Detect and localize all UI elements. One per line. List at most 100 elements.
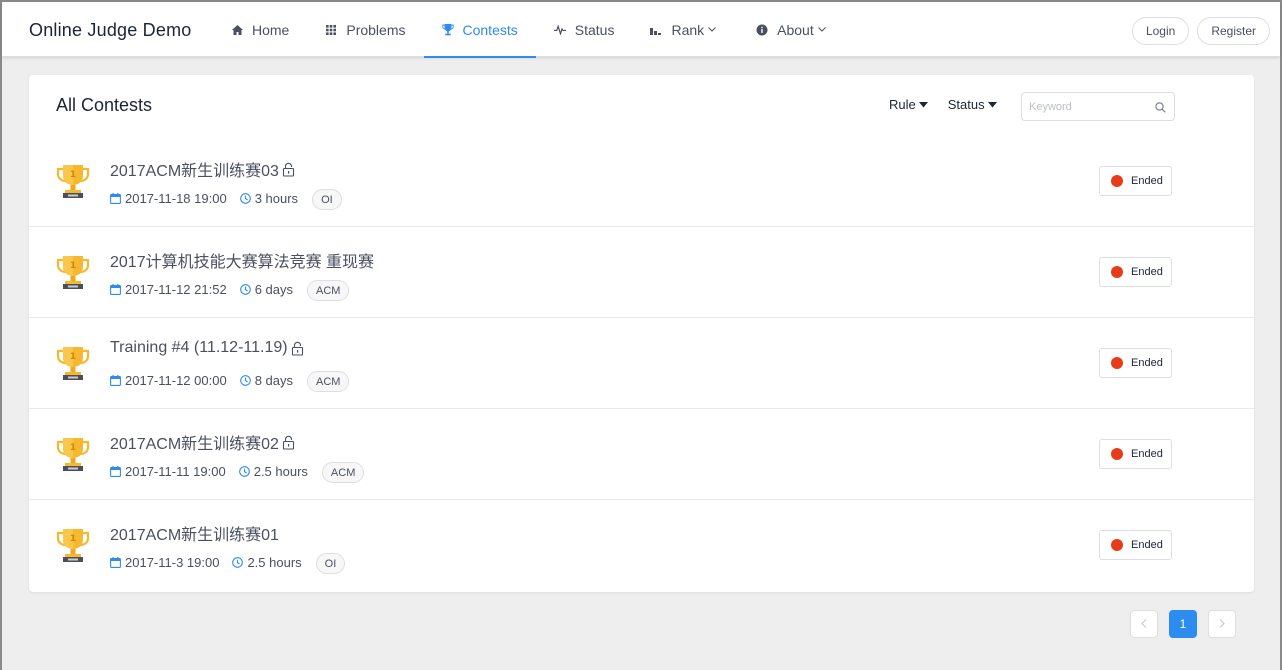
contest-meta: 2017-11-18 19:00 3 hours OI — [110, 187, 342, 210]
rule-tag: ACM — [307, 280, 350, 301]
status-text: Ended — [1131, 448, 1163, 460]
start-time-text: 2017-11-11 19:00 — [125, 464, 226, 479]
calendar-icon — [110, 284, 121, 295]
pagination: 1 — [1130, 610, 1236, 638]
contest-row: 1 Training #4 (11.12-11.19) 2017-11-12 0… — [29, 318, 1254, 409]
status-badge[interactable]: Ended — [1099, 257, 1172, 287]
lock-icon — [282, 435, 295, 450]
duration-text: 2.5 hours — [253, 464, 308, 479]
status-badge[interactable]: Ended — [1099, 530, 1172, 560]
contest-row: 1 2017计算机技能大赛算法竞赛 重现赛 2017-11-12 21:52 6… — [29, 227, 1254, 318]
start-time: 2017-11-11 19:00 — [110, 464, 226, 479]
contest-title-link[interactable]: 2017计算机技能大赛算法竞赛 重现赛 — [110, 248, 374, 272]
page-title: All Contests — [56, 95, 153, 115]
brand-title: Online Judge Demo — [29, 20, 192, 40]
duration: 2.5 hours — [232, 555, 302, 570]
calendar-icon — [110, 193, 121, 204]
calendar-icon — [110, 466, 121, 477]
rule-tag: ACM — [307, 371, 350, 392]
status-dot — [1111, 357, 1123, 369]
status-filter-label: Status — [947, 97, 985, 112]
trophy-icon: 1 — [55, 163, 91, 199]
nav-contests[interactable]: Contests — [423, 2, 537, 58]
nav-home[interactable]: Home — [213, 2, 307, 57]
status-dot — [1111, 539, 1123, 551]
contest-list: 1 2017ACM新生训练赛03 2017-11-18 19:00 3 hour… — [29, 136, 1254, 591]
nav-rank[interactable]: Rank — [632, 2, 734, 57]
duration-text: 2.5 hours — [247, 555, 302, 570]
search-icon[interactable] — [1155, 101, 1166, 116]
nav-status[interactable]: Status — [536, 2, 633, 57]
main-nav: Home Problems Contests Status Rank About — [213, 2, 844, 58]
status-badge[interactable]: Ended — [1099, 439, 1172, 469]
start-time-text: 2017-11-12 00:00 — [125, 373, 227, 388]
rule-filter-label: Rule — [889, 97, 916, 112]
login-button[interactable]: Login — [1131, 17, 1190, 45]
rule-tag: OI — [312, 189, 342, 210]
chevron-right-icon — [1219, 617, 1225, 631]
contest-title: Training #4 (11.12-11.19) — [110, 339, 288, 356]
start-time-text: 2017-11-3 19:00 — [125, 555, 220, 570]
status-filter-dropdown[interactable]: Status — [948, 97, 997, 112]
filter-bar: Rule Status — [889, 97, 997, 112]
svg-text:1: 1 — [70, 534, 76, 544]
lock-icon — [291, 341, 304, 356]
duration-text: 3 hours — [254, 191, 299, 206]
status-dot — [1111, 448, 1123, 460]
contest-title-link[interactable]: 2017ACM新生训练赛01 — [110, 521, 279, 545]
trophy-icon: 1 — [55, 436, 91, 472]
lock-icon — [282, 162, 295, 177]
chevron-down-icon — [817, 27, 826, 32]
svg-text:1: 1 — [70, 352, 76, 362]
clock-icon — [232, 557, 244, 568]
contest-title-link[interactable]: 2017ACM新生训练赛03 — [110, 157, 295, 181]
svg-text:1: 1 — [70, 443, 76, 453]
contest-title-link[interactable]: 2017ACM新生训练赛02 — [110, 430, 295, 454]
trophy-icon: 1 — [55, 254, 91, 290]
clock-icon — [239, 284, 251, 295]
contest-row: 1 2017ACM新生训练赛02 2017-11-11 19:00 2.5 ho… — [29, 409, 1254, 500]
chevron-down-icon — [708, 27, 716, 32]
start-time-text: 2017-11-12 21:52 — [125, 282, 227, 297]
pulse-icon — [553, 24, 566, 36]
home-icon — [231, 24, 243, 36]
contest-title: 2017计算机技能大赛算法竞赛 重现赛 — [110, 254, 375, 271]
clock-icon — [239, 375, 251, 386]
chevron-left-icon — [1141, 617, 1147, 631]
nav-problems-label: Problems — [346, 21, 406, 38]
contest-row: 1 2017ACM新生训练赛03 2017-11-18 19:00 3 hour… — [29, 136, 1254, 227]
nav-status-label: Status — [574, 21, 615, 38]
status-badge[interactable]: Ended — [1099, 166, 1172, 196]
status-text: Ended — [1131, 357, 1163, 369]
page-button-1[interactable]: 1 — [1169, 610, 1197, 638]
rule-tag: ACM — [321, 462, 365, 483]
search-box — [1021, 92, 1175, 121]
calendar-icon — [110, 375, 121, 386]
duration-text: 6 days — [254, 282, 293, 297]
svg-text:1: 1 — [70, 170, 76, 180]
status-text: Ended — [1131, 539, 1163, 551]
nav-rank-label: Rank — [671, 21, 705, 38]
start-time: 2017-11-18 19:00 — [110, 191, 227, 206]
contest-meta: 2017-11-11 19:00 2.5 hours ACM — [110, 460, 365, 483]
register-button[interactable]: Register — [1197, 17, 1270, 45]
rule-tag: OI — [315, 553, 346, 574]
start-time: 2017-11-12 00:00 — [110, 373, 227, 388]
contest-title-link[interactable]: Training #4 (11.12-11.19) — [110, 339, 304, 357]
search-input[interactable] — [1022, 93, 1142, 120]
nav-problems[interactable]: Problems — [307, 2, 423, 57]
status-badge[interactable]: Ended — [1099, 348, 1172, 378]
nav-home-label: Home — [252, 21, 290, 38]
top-navbar: Online Judge Demo Home Problems Contests… — [2, 2, 1280, 58]
caret-down-icon — [987, 101, 997, 108]
next-page-button[interactable] — [1208, 610, 1236, 638]
prev-page-button[interactable] — [1130, 610, 1158, 638]
nav-about[interactable]: About — [734, 2, 844, 57]
contest-title: 2017ACM新生训练赛02 — [110, 436, 279, 453]
auth-buttons: Login Register — [1131, 17, 1270, 45]
rule-filter-dropdown[interactable]: Rule — [889, 97, 928, 112]
clock-icon — [238, 466, 250, 477]
status-text: Ended — [1131, 175, 1163, 187]
svg-text:1: 1 — [70, 261, 76, 271]
contest-title: 2017ACM新生训练赛03 — [110, 163, 279, 180]
